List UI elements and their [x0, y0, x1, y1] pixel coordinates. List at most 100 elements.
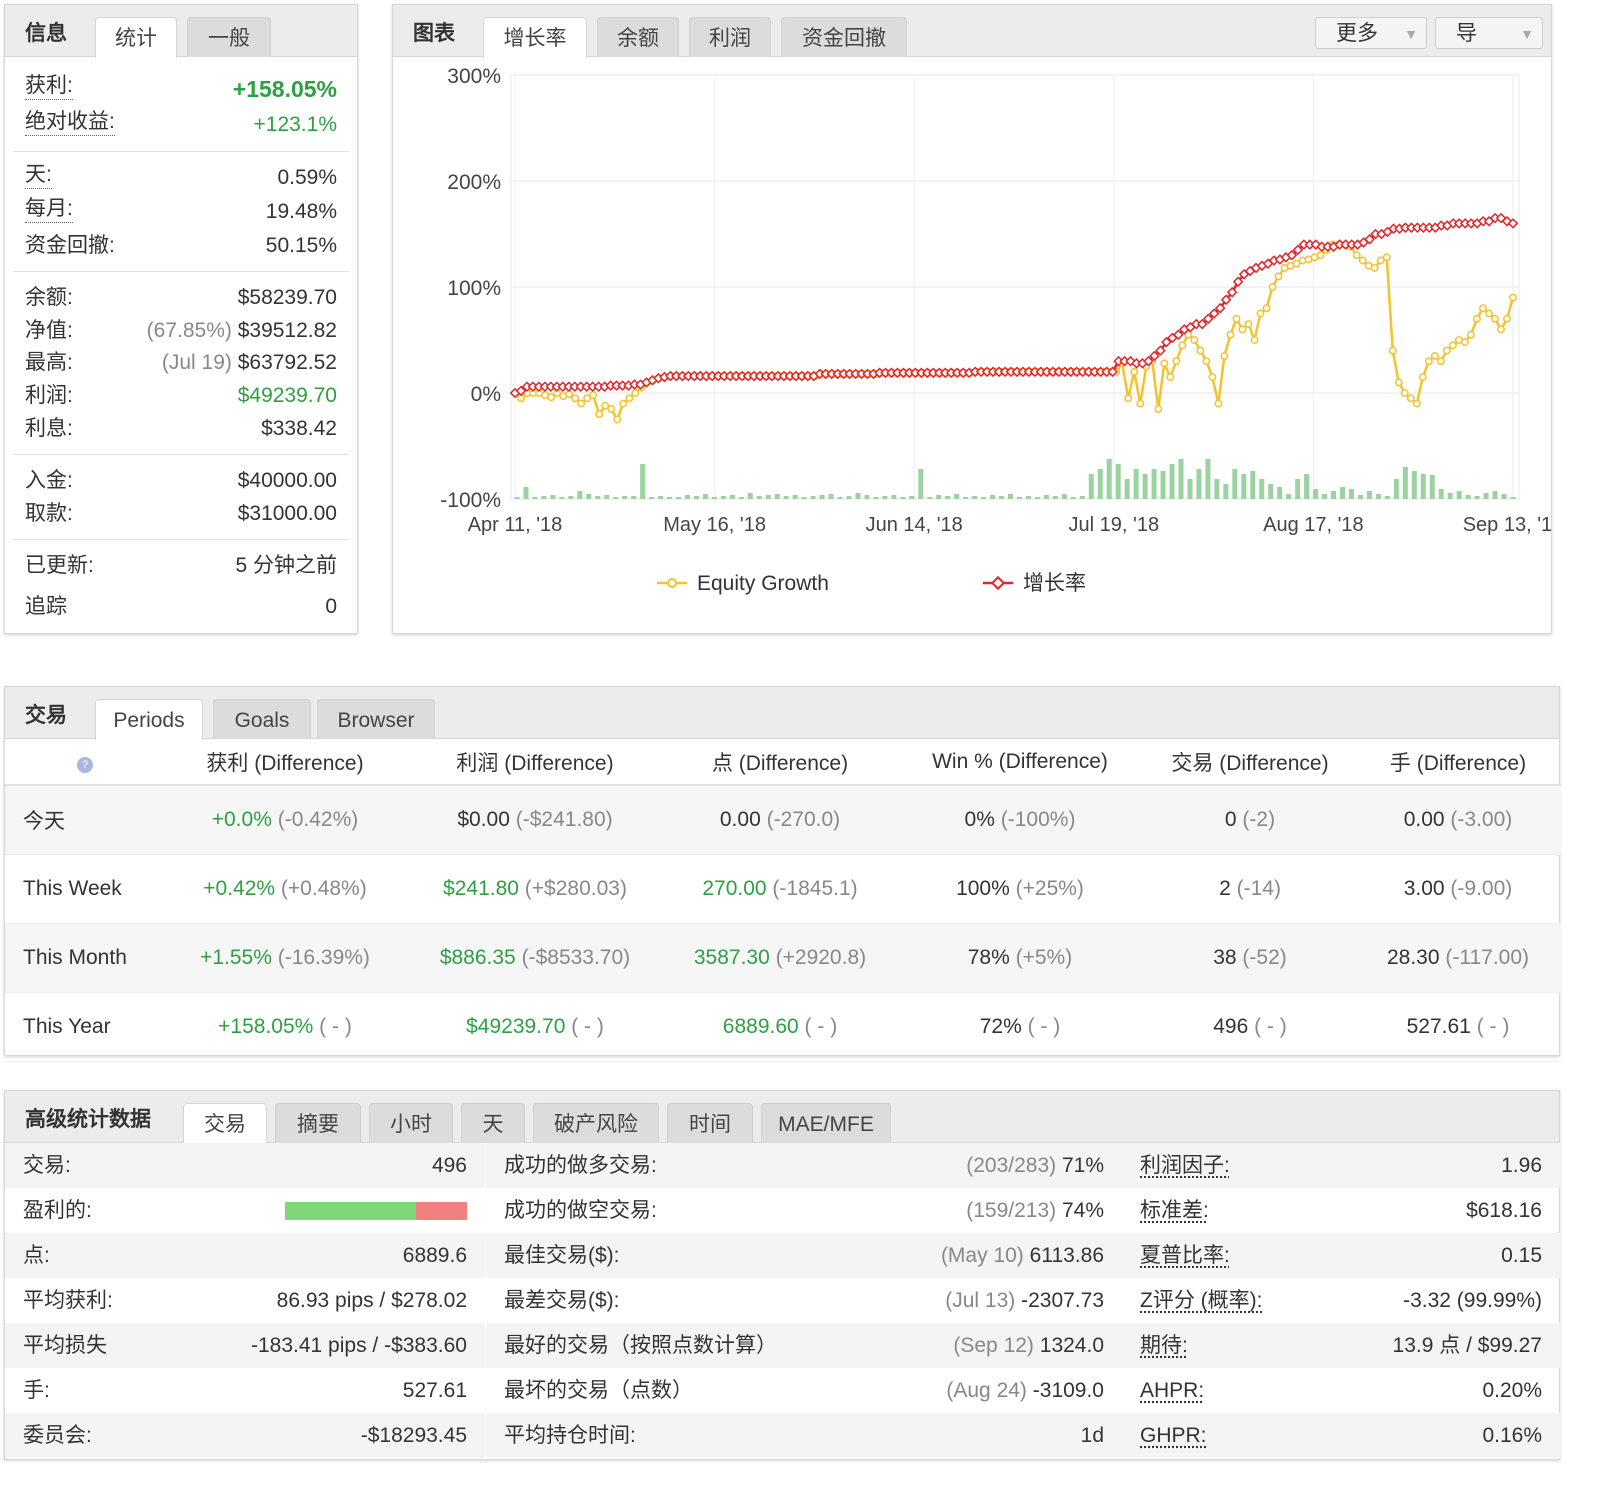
cell-difference: (-52): [1242, 945, 1287, 969]
stat-label[interactable]: 期待:: [1140, 1323, 1188, 1368]
equity-point: [1485, 309, 1493, 318]
stat-value: (Jul 13) -2307.73: [945, 1278, 1104, 1323]
more-dropdown[interactable]: 更多 ▼: [1315, 17, 1427, 49]
daily-label[interactable]: 天:: [25, 162, 52, 189]
volume-bar: [1411, 471, 1417, 499]
stat-value: -183.41 pips / -$383.60: [251, 1323, 467, 1368]
period-cell: +0.0% (-0.42%): [165, 785, 405, 855]
stat-row: 最坏的交易（点数） (Aug 24) -3109.0: [486, 1368, 1122, 1413]
stat-row: 最差交易($): (Jul 13) -2307.73: [486, 1278, 1122, 1323]
info-panel: 信息 统计 一般 获利: +158.05% 绝对收益: +123.1% 天: 0…: [4, 4, 358, 634]
volume-bar: [523, 487, 529, 499]
gain-label[interactable]: 获利:: [25, 73, 73, 100]
tab-summary[interactable]: 摘要: [275, 1103, 361, 1143]
divider: [13, 539, 349, 540]
stat-label: 平均获利:: [23, 1289, 113, 1312]
stat-value: $618.16: [1466, 1188, 1542, 1233]
stat-label[interactable]: 夏普比率:: [1140, 1233, 1230, 1278]
y-tick-label: -100%: [440, 489, 501, 512]
col-profit: 利润 (Difference): [405, 739, 665, 786]
tab-mae-mfe[interactable]: MAE/MFE: [761, 1103, 891, 1143]
advanced-panel: 高级统计数据 交易 摘要 小时 天 破产风险 时间 MAE/MFE 交易: 496…: [4, 1090, 1560, 1460]
tab-risk-of-ruin[interactable]: 破产风险: [533, 1103, 659, 1143]
period-cell: 496 ( - ): [1145, 992, 1355, 1062]
help-icon[interactable]: ?: [77, 756, 93, 773]
volume-bar: [702, 494, 708, 499]
stat-label[interactable]: AHPR:: [1140, 1368, 1204, 1413]
stat-label[interactable]: 利润因子:: [1140, 1143, 1230, 1188]
tab-stats[interactable]: 统计: [95, 17, 177, 58]
tab-growth[interactable]: 增长率: [483, 17, 587, 58]
volume-bar: [1447, 493, 1453, 499]
volume-bar: [1169, 464, 1175, 499]
stat-value: (May 10) 6113.86: [941, 1233, 1104, 1278]
cell-value: 2: [1219, 876, 1231, 900]
stat-label[interactable]: 标准差:: [1140, 1188, 1209, 1233]
cell-value: 0%: [964, 807, 995, 831]
cell-difference: (+0.48%): [280, 876, 367, 900]
stat-label: 成功的做多交易:: [504, 1154, 657, 1177]
tab-browser[interactable]: Browser: [317, 699, 435, 739]
updated-label: 已更新:: [25, 554, 94, 577]
chart-panel: 图表 增长率 余额 利润 资金回撤 更多 ▼ 导 ▼ 300% 200% 100% 0…: [392, 4, 1552, 634]
volume-bar: [738, 497, 744, 499]
abs-gain-label[interactable]: 绝对收益:: [25, 109, 115, 136]
volume-bar: [1052, 496, 1058, 499]
stat-row: 利润因子: 1.96: [1122, 1143, 1560, 1188]
stat-label[interactable]: Z评分 (概率):: [1140, 1278, 1262, 1323]
period-cell: 3.00 (-9.00): [1355, 854, 1561, 924]
cell-value: +1.55%: [200, 945, 272, 969]
cell-difference: (-1845.1): [772, 876, 858, 900]
tab-profit[interactable]: 利润: [689, 17, 771, 57]
tab-periods[interactable]: Periods: [95, 699, 203, 740]
tracking-label: 追踪: [25, 595, 67, 618]
equity-point: [1178, 341, 1187, 350]
equity-point: [1412, 399, 1421, 408]
volume-bar: [631, 496, 637, 499]
abs-gain-row: 绝对收益: +123.1%: [25, 109, 337, 141]
export-dropdown[interactable]: 导 ▼: [1435, 17, 1543, 49]
tab-goals[interactable]: Goals: [213, 699, 311, 739]
stat-row: 成功的做空交易: (159/213) 74%: [486, 1188, 1122, 1233]
cell-value: 3587.30: [693, 945, 770, 969]
volume-bar: [999, 496, 1005, 499]
tab-duration[interactable]: 时间: [667, 1103, 753, 1143]
equity-point: [1274, 272, 1283, 281]
tab-hours[interactable]: 小时: [369, 1103, 453, 1143]
growth-chart[interactable]: 300% 200% 100% 0% -100%Apr 11, '18 May 16, '1…: [393, 57, 1551, 633]
deposits-value: $40000.00: [237, 469, 337, 492]
equity-point: [595, 410, 604, 419]
equity-point: [1358, 256, 1367, 265]
volume-bar: [613, 497, 619, 499]
stat-label: 平均损失: [23, 1334, 107, 1357]
equity-point: [1466, 330, 1475, 339]
volume-bar: [1429, 475, 1435, 499]
volume-bar: [1286, 494, 1292, 499]
legend-equity-marker: [667, 578, 677, 588]
tab-general[interactable]: 一般: [187, 17, 271, 57]
volume-bar: [855, 493, 861, 499]
stat-row: AHPR: 0.20%: [1122, 1368, 1560, 1413]
volume-bar: [595, 496, 601, 499]
period-cell: +1.55% (-16.39%): [165, 923, 405, 993]
highest-label: 最高:: [25, 351, 73, 374]
stat-value: 6889.6: [403, 1233, 467, 1278]
stat-label: 最坏的交易（点数）: [504, 1379, 693, 1402]
tab-drawdown[interactable]: 资金回撤: [781, 17, 907, 57]
period-cell: 0 (-2): [1145, 785, 1355, 855]
cell-value: 0.00: [1403, 807, 1445, 831]
volume-bar: [1115, 464, 1121, 499]
equity-point: [1382, 253, 1391, 262]
periods-header-row: ? 获利 (Difference) 利润 (Difference) 点 (Dif…: [5, 739, 1561, 786]
monthly-label[interactable]: 每月:: [25, 196, 73, 223]
equity-point: [1497, 325, 1505, 334]
highest-value-group: (Jul 19) $63792.52: [162, 347, 337, 379]
tab-days[interactable]: 天: [461, 1103, 525, 1143]
stat-row: 最好的交易（按照点数计算） (Sep 12) 1324.0: [486, 1323, 1122, 1368]
period-cell: +158.05% ( - ): [165, 992, 405, 1062]
tab-balance[interactable]: 余额: [597, 17, 679, 57]
tab-trades[interactable]: 交易: [183, 1103, 267, 1144]
interest-label: 利息:: [25, 417, 73, 440]
cell-value: +0.42%: [203, 876, 276, 900]
stat-label[interactable]: GHPR:: [1140, 1413, 1207, 1458]
